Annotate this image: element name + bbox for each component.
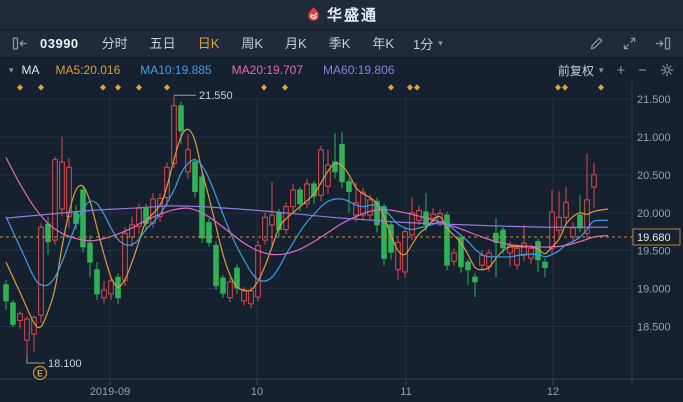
adjustment-dropdown[interactable]: 前复权 ▾ [558, 62, 604, 79]
fullscreen-icon[interactable] [622, 36, 637, 51]
ma-value-ma5: MA5:20.016 [55, 63, 121, 77]
flame-logo-icon [308, 7, 319, 21]
candlestick-chart[interactable]: 21.550 18.100 E 21.500 21.000 20.500 20.000 19.… [0, 82, 683, 402]
huasheng-logo: 华盛通 [305, 4, 378, 25]
zoom-out-icon[interactable]: − [638, 63, 647, 78]
tab-month-k[interactable]: 月K [274, 30, 318, 57]
event-marker[interactable]: E [32, 365, 48, 381]
minute-period-label: 1分 [413, 37, 434, 52]
adjustment-label: 前复权 [557, 63, 594, 78]
top-logo-bar: 华盛通 [0, 0, 683, 30]
svg-text:20.000: 20.000 [637, 208, 671, 220]
svg-text:21.500: 21.500 [637, 94, 671, 106]
zoom-in-icon[interactable]: + [616, 63, 625, 78]
svg-text:20.500: 20.500 [637, 170, 671, 182]
ma-values: MA5:20.016 MA10:19.885 MA20:19.707 MA60:19.… [56, 63, 415, 77]
svg-text:12: 12 [547, 386, 559, 398]
huasheng-app-window: 华盛通 03990 分时 五日 日K 周K 月K 季K 年K 1分 ▾ ▾ MA… [0, 0, 683, 402]
ma-value-ma10: MA10:19.885 [140, 63, 212, 77]
chart-toolbar: 03990 分时 五日 日K 周K 月K 季K 年K 1分 ▾ [0, 30, 683, 58]
indicator-name[interactable]: MA [22, 63, 40, 77]
svg-text:19.000: 19.000 [637, 284, 671, 296]
period-tabs: 分时 五日 日K 周K 月K 季K 年K [91, 30, 405, 57]
svg-text:11: 11 [400, 386, 411, 398]
tab-quarter-k[interactable]: 季K [318, 30, 362, 57]
minute-period-dropdown[interactable]: 1分 ▾ [413, 34, 443, 53]
collapse-left-panel-icon[interactable] [12, 36, 28, 51]
tab-year-k[interactable]: 年K [361, 30, 405, 57]
svg-text:E: E [37, 369, 43, 379]
svg-text:19.680: 19.680 [637, 232, 671, 244]
event-diamonds[interactable] [17, 84, 604, 91]
tab-time-share[interactable]: 分时 [91, 30, 139, 57]
svg-text:19.500: 19.500 [637, 246, 671, 258]
svg-text:21.000: 21.000 [637, 132, 671, 144]
tab-day-k[interactable]: 日K [187, 30, 231, 57]
tab-five-day[interactable]: 五日 [139, 30, 187, 57]
indicator-chevron-down-icon[interactable]: ▾ [9, 65, 14, 75]
gear-icon[interactable] [660, 63, 674, 77]
ma-lines-layer [5, 128, 609, 329]
toolbar-right-icons [589, 36, 671, 51]
kline-chart-svg[interactable]: 21.550 18.100 E 21.500 21.000 20.500 20.000 19.… [0, 82, 683, 402]
svg-text:2019-09: 2019-09 [90, 386, 130, 398]
logo-text: 华盛通 [326, 7, 378, 24]
x-axis-labels: 2019-09 10 11 12 [90, 379, 633, 398]
draw-tools-pencil-icon[interactable] [589, 36, 604, 51]
open-right-panel-icon[interactable] [655, 36, 671, 51]
chevron-down-icon: ▾ [438, 38, 443, 48]
ma-value-ma60: MA60:19.806 [323, 63, 395, 77]
chevron-down-icon: ▾ [598, 64, 604, 75]
indicator-bar: ▾ MA MA5:20.016 MA10:19.885 MA20:19.707 MA6… [0, 58, 683, 82]
stock-code: 03990 [40, 36, 79, 51]
ma-line-ma10 [5, 159, 609, 287]
svg-text:10: 10 [251, 386, 263, 398]
ma-line-ma5 [5, 128, 609, 329]
grid-layer [0, 82, 683, 380]
svg-text:18.500: 18.500 [637, 322, 671, 334]
high-price-label: 21.550 [199, 90, 233, 102]
indicator-bar-right: 前复权 ▾ + − [558, 62, 674, 79]
low-price-label: 18.100 [48, 358, 82, 370]
current-price-badge[interactable]: 19.680 [632, 228, 681, 246]
tab-week-k[interactable]: 周K [230, 30, 274, 57]
y-axis-labels: 21.500 21.000 20.500 20.000 19.500 19.000 18.5… [637, 94, 671, 334]
ma-value-ma20: MA20:19.707 [231, 63, 304, 77]
